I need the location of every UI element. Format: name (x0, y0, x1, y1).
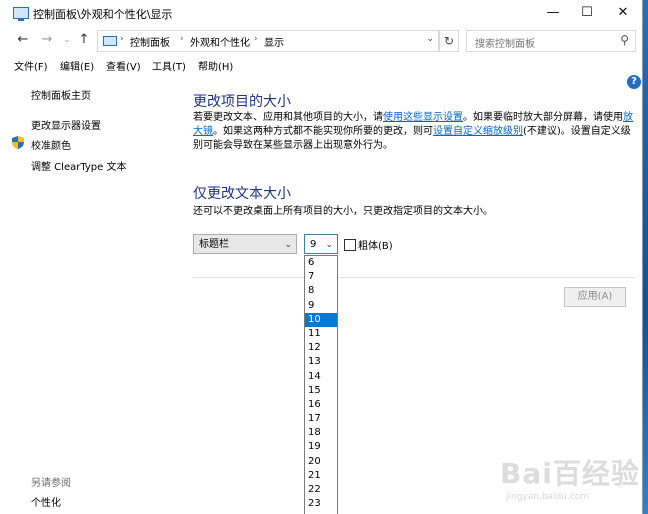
size-option[interactable]: 15 (305, 384, 337, 398)
magnifier-link[interactable]: 放 (623, 112, 633, 123)
desc-text: (不建议)。设置自定义级 (523, 126, 631, 137)
divider (193, 277, 635, 278)
text-size-description: 还可以不更改桌面上所有项目的大小，只更改指定项目的文本大小。 (193, 206, 493, 217)
breadcrumb-separator-icon[interactable]: › (120, 34, 124, 44)
size-option[interactable]: 9 (305, 299, 337, 313)
see-also-heading: 另请参阅 (31, 478, 71, 489)
size-option[interactable]: 23 (305, 497, 337, 511)
window-title: 控制面板\外观和个性化\显示 (33, 8, 173, 21)
apply-button[interactable]: 应用(A) (564, 287, 626, 307)
size-select[interactable]: 9 ⌄ (304, 234, 338, 254)
close-button[interactable]: ✕ (606, 0, 640, 26)
menu-view[interactable]: 查看(V) (106, 58, 141, 73)
recent-locations-icon[interactable]: ⌄ (58, 30, 76, 50)
menu-edit[interactable]: 编辑(E) (60, 58, 94, 73)
forward-arrow-icon[interactable]: → (38, 30, 56, 50)
item-select-value: 标题栏 (199, 239, 229, 250)
size-select-value: 9 (310, 239, 317, 250)
watermark-url: jingyan.baidu.com (506, 492, 590, 502)
bold-checkbox[interactable] (344, 239, 356, 251)
address-box[interactable]: › 控制面板 › 外观和个性化 › 显示 ⌄ (97, 30, 439, 52)
desc-text: 若要更改文本、应用和其他项目的大小，请 (193, 112, 383, 123)
section-title-text-size: 仅更改文本大小 (193, 186, 291, 202)
display-settings-link[interactable]: 使用这些显示设置 (383, 112, 463, 123)
chevron-down-icon[interactable]: ⌄ (426, 34, 434, 44)
breadcrumb-display[interactable]: 显示 (264, 34, 284, 49)
size-option[interactable]: 8 (305, 284, 337, 298)
search-icon[interactable]: ⚲ (620, 33, 629, 47)
menu-tools[interactable]: 工具(T) (152, 58, 186, 73)
size-option[interactable]: 13 (305, 355, 337, 369)
breadcrumb-control-panel[interactable]: 控制面板 (130, 34, 170, 49)
maximize-button[interactable]: ☐ (570, 0, 604, 26)
section-description: 若要更改文本、应用和其他项目的大小，请使用这些显示设置。如果要临时放大部分屏幕，… (193, 111, 633, 153)
desc-text: 别可能会导致在某些显示器上出现意外行为。 (193, 140, 393, 151)
menu-bar: 文件(F) 编辑(E) 查看(V) 工具(T) 帮助(H) (0, 56, 642, 74)
back-arrow-icon[interactable]: ← (14, 30, 32, 50)
size-option[interactable]: 18 (305, 426, 337, 440)
sidebar-link-cleartype[interactable]: 调整 ClearType 文本 (31, 158, 126, 173)
breadcrumb-appearance[interactable]: 外观和个性化 (190, 34, 250, 49)
size-option[interactable]: 17 (305, 412, 337, 426)
size-dropdown-list[interactable]: 6 7 8 9 10 11 12 13 14 15 16 17 18 19 20 21 22 23 (304, 255, 338, 514)
item-select[interactable]: 标题栏 ⌄ (193, 234, 297, 254)
help-icon[interactable]: ? (627, 75, 641, 89)
breadcrumb-separator-icon[interactable]: › (180, 34, 184, 44)
control-panel-icon (103, 36, 117, 46)
watermark-text: Bai百经验 (500, 457, 640, 490)
size-option[interactable]: 19 (305, 440, 337, 454)
search-input[interactable]: 搜索控制面板 ⚲ (466, 30, 636, 52)
size-option[interactable]: 7 (305, 270, 337, 284)
address-bar: ← → ⌄ ↑ › 控制面板 › 外观和个性化 › 显示 ⌄ ↻ 搜索控制面板 … (0, 28, 642, 52)
search-placeholder: 搜索控制面板 (475, 39, 535, 50)
size-option[interactable]: 14 (305, 370, 337, 384)
size-option[interactable]: 21 (305, 469, 337, 483)
bold-label[interactable]: 粗体(B) (358, 237, 393, 252)
control-panel-icon (13, 7, 29, 21)
sidebar-link-calibrate-color[interactable]: 校准颜色 (31, 137, 71, 152)
desc-text: 。如果这两种方式都不能实现你所要的更改，则可 (213, 126, 433, 137)
chevron-down-icon[interactable]: ⌄ (325, 235, 333, 255)
section-title-change-size: 更改项目的大小 (193, 94, 291, 110)
desc-text: 。如果要临时放大部分屏幕，请使用 (463, 112, 623, 123)
shield-icon (12, 136, 24, 149)
breadcrumb-separator-icon[interactable]: › (254, 34, 258, 44)
up-arrow-icon[interactable]: ↑ (75, 30, 93, 50)
custom-scaling-link[interactable]: 设置自定义缩放级别 (433, 126, 523, 137)
size-option[interactable]: 22 (305, 483, 337, 497)
watermark-logo: Bai百经验 jingyan.baidu.com (500, 452, 640, 512)
size-option[interactable]: 16 (305, 398, 337, 412)
sidebar-link-personalization[interactable]: 个性化 (31, 494, 61, 509)
size-option[interactable]: 20 (305, 455, 337, 469)
size-option[interactable]: 6 (305, 256, 337, 270)
size-option[interactable]: 11 (305, 327, 337, 341)
control-panel-window: 控制面板\外观和个性化\显示 — ☐ ✕ ← → ⌄ ↑ › 控制面板 › 外观… (0, 0, 643, 514)
sidebar-home-link[interactable]: 控制面板主页 (31, 87, 91, 102)
menu-help[interactable]: 帮助(H) (198, 58, 233, 73)
title-bar: 控制面板\外观和个性化\显示 — ☐ ✕ (0, 0, 642, 26)
refresh-button[interactable]: ↻ (439, 30, 459, 52)
chevron-down-icon[interactable]: ⌄ (284, 235, 292, 255)
magnifier-link[interactable]: 大镜 (193, 126, 213, 137)
menu-file[interactable]: 文件(F) (14, 58, 48, 73)
size-option[interactable]: 10 (305, 312, 337, 327)
minimize-button[interactable]: — (536, 0, 570, 26)
size-option[interactable]: 12 (305, 341, 337, 355)
sidebar-link-display-settings[interactable]: 更改显示器设置 (31, 117, 101, 132)
